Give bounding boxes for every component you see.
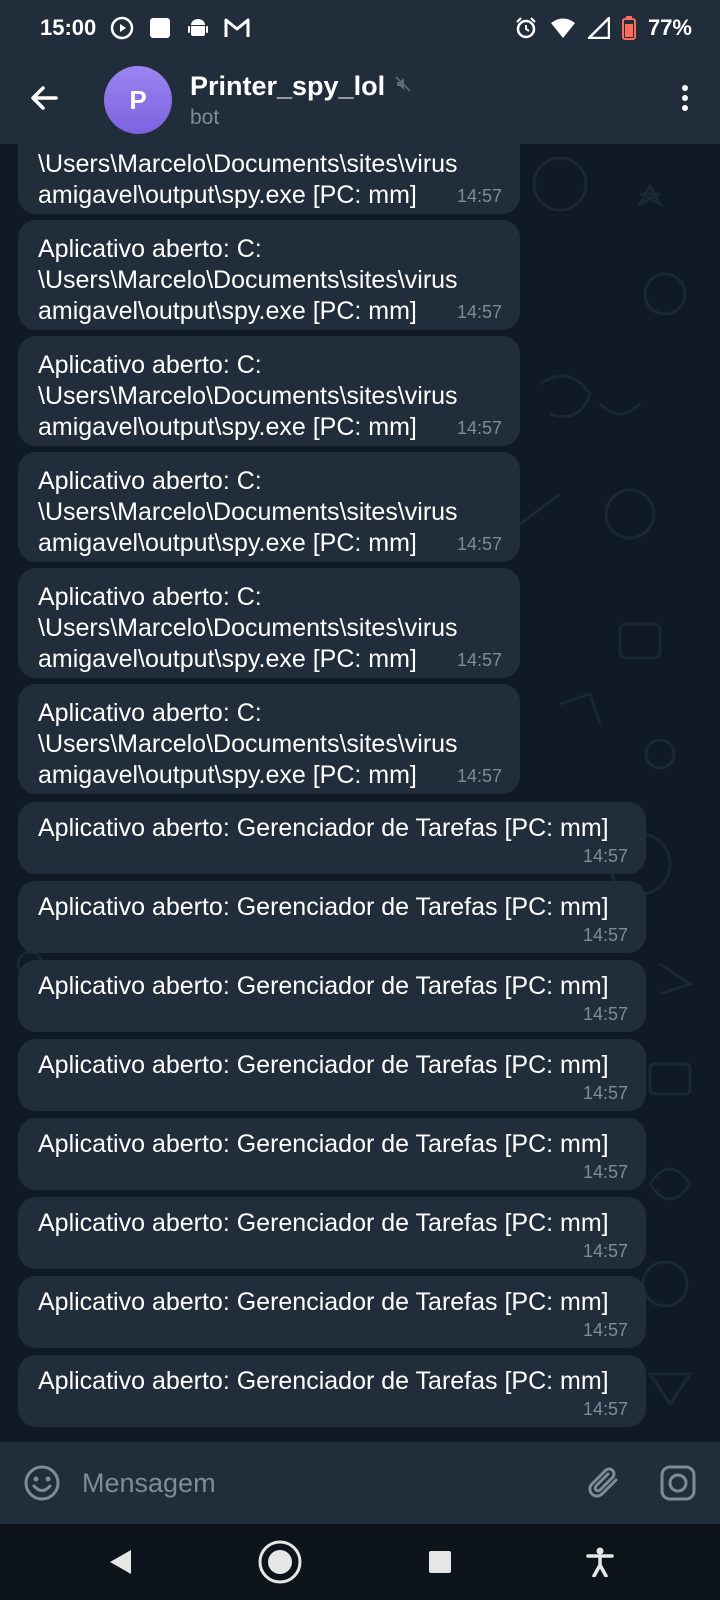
message-line: \Users\Marcelo\Documents\sites\virus — [38, 266, 458, 294]
message-bubble[interactable]: Aplicativo aberto: Gerenciador de Tarefa… — [18, 1197, 646, 1269]
message-line: Aplicativo aberto: C: — [38, 235, 262, 263]
message-time: 14:57 — [582, 1162, 628, 1182]
signal-icon — [587, 17, 610, 39]
status-time: 15:00 — [40, 15, 97, 40]
message-line: Aplicativo aberto: C: — [38, 467, 262, 495]
message-text: Aplicativo aberto: Gerenciador de Tarefa… — [38, 893, 609, 921]
message-line: \Users\Marcelo\Documents\sites\virus — [38, 150, 458, 178]
more-options-button[interactable] — [650, 56, 720, 144]
chat-title: Printer_spy_lol — [190, 70, 386, 101]
message-time: 14:57 — [456, 418, 502, 438]
more-vertical-icon — [681, 84, 689, 117]
nav-home-icon[interactable] — [250, 1532, 310, 1592]
message-line: \Users\Marcelo\Documents\sites\virus — [38, 498, 458, 526]
message-bubble[interactable]: Aplicativo aberto: Gerenciador de Tarefa… — [18, 1276, 646, 1348]
message-time: 14:57 — [456, 650, 502, 670]
message-bubble[interactable]: Aplicativo aberto: C: \Users\Marcelo\Doc… — [18, 336, 520, 446]
status-bar: 15:00 77% — [0, 0, 720, 56]
message-bubble[interactable]: \Users\Marcelo\Documents\sites\virus ami… — [18, 144, 520, 214]
square-notification-icon — [148, 16, 172, 40]
chat-header: P Printer_spy_lol bot — [0, 56, 720, 144]
nav-back-icon[interactable] — [90, 1532, 150, 1592]
message-text: Aplicativo aberto: Gerenciador de Tarefa… — [38, 1288, 609, 1316]
message-line: amigavel\output\spy.exe [PC: mm] — [38, 529, 417, 557]
message-bubble[interactable]: Aplicativo aberto: C: \Users\Marcelo\Doc… — [18, 568, 520, 678]
nav-recents-icon[interactable] — [410, 1532, 470, 1592]
message-bubble[interactable]: Aplicativo aberto: C: \Users\Marcelo\Doc… — [18, 452, 520, 562]
message-bubble[interactable]: Aplicativo aberto: Gerenciador de Tarefa… — [18, 1039, 646, 1111]
message-bubble[interactable]: Aplicativo aberto: Gerenciador de Tarefa… — [18, 802, 646, 874]
chat-title-block[interactable]: Printer_spy_lol bot — [190, 71, 411, 130]
android-icon — [186, 16, 210, 40]
message-line: \Users\Marcelo\Documents\sites\virus — [38, 614, 458, 642]
message-line: Aplicativo aberto: C: — [38, 699, 262, 727]
avatar[interactable]: P — [104, 66, 172, 134]
camera-icon[interactable] — [656, 1461, 700, 1505]
message-composer: Mensagem — [0, 1442, 720, 1524]
message-time: 14:57 — [582, 1399, 628, 1419]
attach-icon[interactable] — [582, 1461, 626, 1505]
chat-subtitle: bot — [190, 105, 220, 129]
message-bubble[interactable]: Aplicativo aberto: C: \Users\Marcelo\Doc… — [18, 220, 520, 330]
message-time: 14:57 — [456, 534, 502, 554]
accessibility-icon[interactable] — [570, 1532, 630, 1592]
gmail-icon — [224, 17, 250, 39]
message-line: amigavel\output\spy.exe [PC: mm] — [38, 413, 417, 441]
message-line: amigavel\output\spy.exe [PC: mm] — [38, 761, 417, 789]
back-arrow-icon — [29, 83, 59, 118]
message-time: 14:57 — [456, 186, 502, 206]
message-text: Aplicativo aberto: Gerenciador de Tarefa… — [38, 1209, 609, 1237]
message-time: 14:57 — [582, 1004, 628, 1024]
message-text: Aplicativo aberto: Gerenciador de Tarefa… — [38, 814, 609, 842]
message-bubble[interactable]: Aplicativo aberto: Gerenciador de Tarefa… — [18, 1118, 646, 1190]
message-time: 14:57 — [456, 302, 502, 322]
message-text: Aplicativo aberto: Gerenciador de Tarefa… — [38, 1051, 609, 1079]
message-input[interactable]: Mensagem — [82, 1468, 582, 1499]
message-bubble[interactable]: Aplicativo aberto: Gerenciador de Tarefa… — [18, 960, 646, 1032]
play-circle-icon — [110, 16, 134, 40]
message-bubble[interactable]: Aplicativo aberto: Gerenciador de Tarefa… — [18, 1355, 646, 1427]
message-text: Aplicativo aberto: Gerenciador de Tarefa… — [38, 1367, 609, 1395]
message-line: Aplicativo aberto: C: — [38, 351, 262, 379]
message-line: \Users\Marcelo\Documents\sites\virus — [38, 382, 458, 410]
message-time: 14:57 — [582, 1241, 628, 1261]
battery-percent: 77% — [647, 15, 692, 40]
back-button[interactable] — [0, 56, 88, 144]
message-bubble[interactable]: Aplicativo aberto: C: \Users\Marcelo\Doc… — [18, 684, 520, 794]
message-line: \Users\Marcelo\Documents\sites\virus — [38, 730, 458, 758]
muted-icon — [395, 75, 411, 97]
telegram-chat-screen: 15:00 77% P Printer_spy_lol bot \Users\M… — [0, 0, 720, 1600]
emoji-icon[interactable] — [20, 1461, 64, 1505]
message-line: amigavel\output\spy.exe [PC: mm] — [38, 181, 417, 209]
message-time: 14:57 — [582, 846, 628, 866]
message-bubble[interactable]: Aplicativo aberto: Gerenciador de Tarefa… — [18, 881, 646, 953]
system-nav-bar — [0, 1524, 720, 1600]
message-line: Aplicativo aberto: C: — [38, 583, 262, 611]
message-time: 14:57 — [582, 925, 628, 945]
message-line: amigavel\output\spy.exe [PC: mm] — [38, 645, 417, 673]
message-text: Aplicativo aberto: Gerenciador de Tarefa… — [38, 972, 609, 1000]
message-line: amigavel\output\spy.exe [PC: mm] — [38, 297, 417, 325]
battery-icon — [621, 16, 636, 40]
message-time: 14:57 — [582, 1083, 628, 1103]
message-time: 14:57 — [582, 1320, 628, 1340]
message-time: 14:57 — [456, 766, 502, 786]
wifi-icon — [550, 17, 576, 39]
message-text: Aplicativo aberto: Gerenciador de Tarefa… — [38, 1130, 609, 1158]
message-list[interactable]: \Users\Marcelo\Documents\sites\virus ami… — [0, 144, 720, 1442]
alarm-icon — [514, 16, 538, 40]
